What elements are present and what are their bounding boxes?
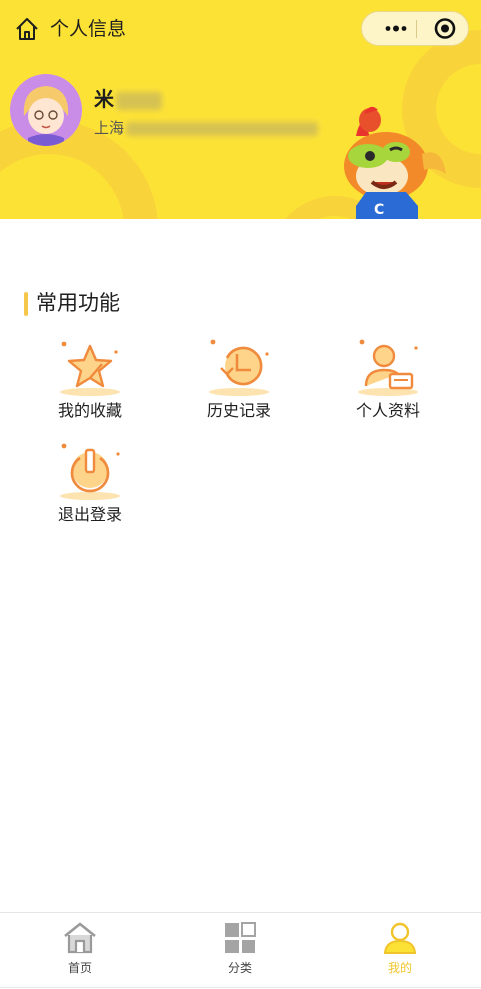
- mascot-illustration: C: [344, 106, 446, 219]
- history-label: 历史记录: [206, 401, 271, 420]
- history-button[interactable]: 历史记录: [179, 338, 299, 428]
- home-icon: [64, 922, 96, 954]
- more-dots-icon[interactable]: [378, 12, 414, 45]
- tab-mine[interactable]: 我的: [320, 913, 480, 989]
- section-title: 常用功能: [36, 291, 120, 315]
- avatar-illustration: [10, 74, 82, 146]
- category-grid-icon: [225, 922, 256, 953]
- miniprogram-capsule: [361, 11, 469, 46]
- tab-category[interactable]: 分类: [160, 913, 320, 989]
- home-icon[interactable]: [14, 16, 40, 42]
- profile-header: 个人信息 米 上海 C: [0, 0, 481, 219]
- power-icon: [60, 443, 120, 500]
- profile-info-button[interactable]: 个人资料: [328, 338, 448, 428]
- section-accent-bar: [24, 292, 28, 316]
- tab-home-label: 首页: [67, 961, 92, 975]
- navigation-bar: 个人信息: [0, 0, 481, 58]
- clock-history-icon: [209, 339, 269, 396]
- logout-label: 退出登录: [57, 505, 122, 524]
- avatar[interactable]: [10, 74, 82, 146]
- tab-mine-label: 我的: [387, 961, 412, 975]
- user-location-text: 上海: [94, 119, 125, 137]
- user-icon: [383, 922, 417, 954]
- user-name: 米: [94, 86, 162, 112]
- favorites-button[interactable]: 我的收藏: [30, 338, 150, 428]
- star-icon: [60, 341, 120, 396]
- profile-card-icon: [358, 339, 418, 396]
- tab-category-label: 分类: [227, 961, 252, 975]
- logout-button[interactable]: 退出登录: [30, 442, 150, 532]
- capsule-divider: [416, 20, 417, 38]
- bottom-tab-bar: 首页 分类 我的: [0, 912, 481, 989]
- page-title: 个人信息: [50, 18, 127, 40]
- user-name-text: 米: [94, 87, 114, 111]
- close-miniprogram-icon[interactable]: [430, 12, 466, 45]
- favorites-label: 我的收藏: [57, 401, 122, 420]
- user-location: 上海: [94, 117, 319, 139]
- redacted-name: [116, 91, 162, 110]
- svg-text:C: C: [374, 202, 384, 218]
- redacted-location: [126, 121, 319, 136]
- tab-home[interactable]: 首页: [0, 913, 160, 989]
- profile-info-label: 个人资料: [355, 401, 420, 420]
